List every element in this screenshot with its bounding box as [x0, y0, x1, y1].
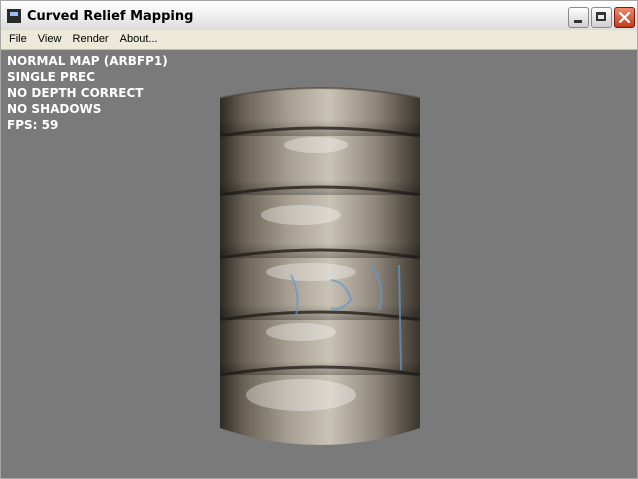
window-title: Curved Relief Mapping [27, 9, 194, 24]
title-bar[interactable]: Curved Relief Mapping [1, 1, 637, 31]
menu-about[interactable]: About... [116, 30, 162, 49]
menu-render[interactable]: Render [69, 30, 113, 49]
menu-file[interactable]: File [5, 30, 31, 49]
hud-precision: SINGLE PREC [7, 70, 96, 84]
hud-fps: FPS: 59 [7, 118, 59, 132]
hud-shadows: NO SHADOWS [7, 102, 102, 116]
minimize-button[interactable] [568, 7, 589, 28]
menu-view[interactable]: View [34, 30, 66, 49]
render-viewport[interactable]: NORMAL MAP (ARBFP1) SINGLE PREC NO DEPTH… [1, 50, 637, 478]
maximize-button[interactable] [591, 7, 612, 28]
hud-depth-correct: NO DEPTH CORRECT [7, 86, 144, 100]
app-window: Curved Relief Mapping File View Render A… [0, 0, 638, 479]
close-button[interactable] [614, 7, 635, 28]
menu-bar: File View Render About... [1, 30, 637, 50]
close-icon [619, 12, 630, 23]
hud-render-mode: NORMAL MAP (ARBFP1) [7, 54, 168, 68]
hud-overlay: NORMAL MAP (ARBFP1) SINGLE PREC NO DEPTH… [7, 53, 168, 133]
app-icon[interactable] [7, 9, 21, 23]
